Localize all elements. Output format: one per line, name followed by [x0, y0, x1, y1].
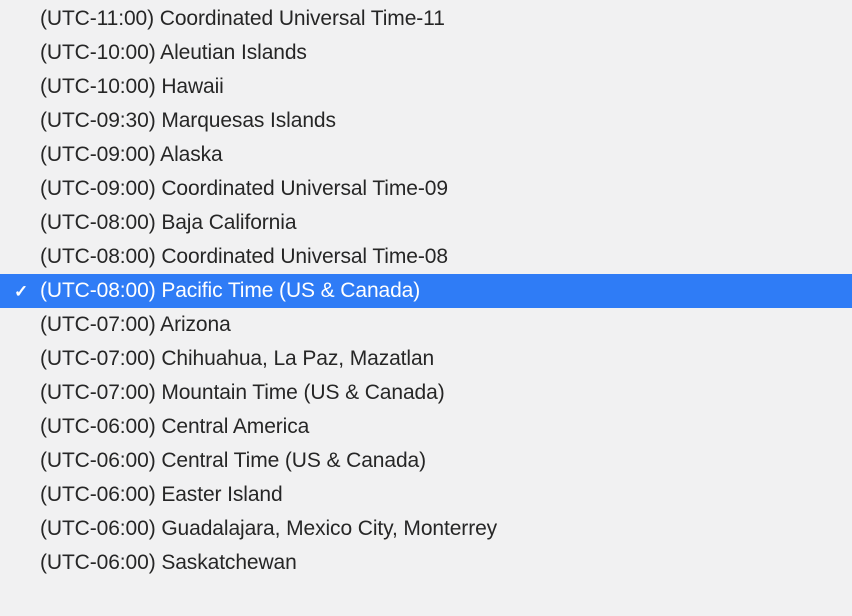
timezone-option[interactable]: ✓(UTC-07:00) Chihuahua, La Paz, Mazatlan: [0, 342, 852, 376]
timezone-option[interactable]: ✓ (UTC-08:00) Pacific Time (US & Canada): [0, 274, 852, 308]
timezone-option[interactable]: ✓(UTC-06:00) Guadalajara, Mexico City, M…: [0, 512, 852, 546]
checkmark-container: ✓: [14, 351, 40, 368]
timezone-option[interactable]: ✓(UTC-09:30) Marquesas Islands: [0, 104, 852, 138]
timezone-option-label: (UTC-06:00) Guadalajara, Mexico City, Mo…: [40, 517, 497, 541]
timezone-option-label: (UTC-08:00) Pacific Time (US & Canada): [40, 279, 420, 303]
checkmark-container: ✓: [14, 385, 40, 402]
timezone-option[interactable]: ✓(UTC-06:00) Central America: [0, 410, 852, 444]
timezone-option[interactable]: ✓(UTC-09:00) Alaska: [0, 138, 852, 172]
timezone-option[interactable]: ✓(UTC-10:00) Aleutian Islands: [0, 36, 852, 70]
timezone-dropdown-list: ✓(UTC-11:00) Coordinated Universal Time-…: [0, 0, 852, 580]
timezone-option-label: (UTC-11:00) Coordinated Universal Time-1…: [40, 7, 445, 31]
checkmark-container: ✓: [14, 317, 40, 334]
timezone-option-label: (UTC-09:00) Alaska: [40, 143, 223, 167]
timezone-option-label: (UTC-07:00) Mountain Time (US & Canada): [40, 381, 445, 405]
checkmark-container: ✓: [14, 11, 40, 28]
timezone-option-label: (UTC-09:00) Coordinated Universal Time-0…: [40, 177, 448, 201]
timezone-option-label: (UTC-06:00) Easter Island: [40, 483, 283, 507]
checkmark-container: ✓: [14, 419, 40, 436]
timezone-option-label: (UTC-08:00) Coordinated Universal Time-0…: [40, 245, 448, 269]
checkmark-container: ✓: [14, 487, 40, 504]
checkmark-container: ✓: [14, 521, 40, 538]
timezone-option[interactable]: ✓(UTC-09:00) Coordinated Universal Time-…: [0, 172, 852, 206]
timezone-option[interactable]: ✓(UTC-08:00) Coordinated Universal Time-…: [0, 240, 852, 274]
timezone-option[interactable]: ✓(UTC-06:00) Easter Island: [0, 478, 852, 512]
checkmark-container: ✓: [14, 249, 40, 266]
timezone-option-label: (UTC-08:00) Baja California: [40, 211, 296, 235]
checkmark-container: ✓: [14, 45, 40, 62]
timezone-option[interactable]: ✓(UTC-11:00) Coordinated Universal Time-…: [0, 2, 852, 36]
timezone-option-label: (UTC-10:00) Aleutian Islands: [40, 41, 307, 65]
timezone-option-label: (UTC-10:00) Hawaii: [40, 75, 224, 99]
timezone-option-label: (UTC-06:00) Central Time (US & Canada): [40, 449, 426, 473]
checkmark-container: ✓: [14, 215, 40, 232]
checkmark-container: ✓: [14, 147, 40, 164]
timezone-option[interactable]: ✓(UTC-08:00) Baja California: [0, 206, 852, 240]
timezone-option[interactable]: ✓(UTC-10:00) Hawaii: [0, 70, 852, 104]
timezone-option-label: (UTC-06:00) Central America: [40, 415, 309, 439]
checkmark-container: ✓: [14, 113, 40, 130]
timezone-option[interactable]: ✓(UTC-07:00) Mountain Time (US & Canada): [0, 376, 852, 410]
timezone-option-label: (UTC-07:00) Chihuahua, La Paz, Mazatlan: [40, 347, 434, 371]
checkmark-container: ✓: [14, 555, 40, 572]
checkmark-container: ✓: [14, 283, 40, 300]
timezone-option-label: (UTC-09:30) Marquesas Islands: [40, 109, 336, 133]
checkmark-container: ✓: [14, 453, 40, 470]
timezone-option[interactable]: ✓(UTC-06:00) Saskatchewan: [0, 546, 852, 580]
timezone-option[interactable]: ✓(UTC-07:00) Arizona: [0, 308, 852, 342]
timezone-option-label: (UTC-07:00) Arizona: [40, 313, 231, 337]
timezone-option[interactable]: ✓(UTC-06:00) Central Time (US & Canada): [0, 444, 852, 478]
checkmark-container: ✓: [14, 79, 40, 96]
checkmark-icon: ✓: [14, 283, 28, 300]
timezone-option-label: (UTC-06:00) Saskatchewan: [40, 551, 297, 575]
checkmark-container: ✓: [14, 181, 40, 198]
